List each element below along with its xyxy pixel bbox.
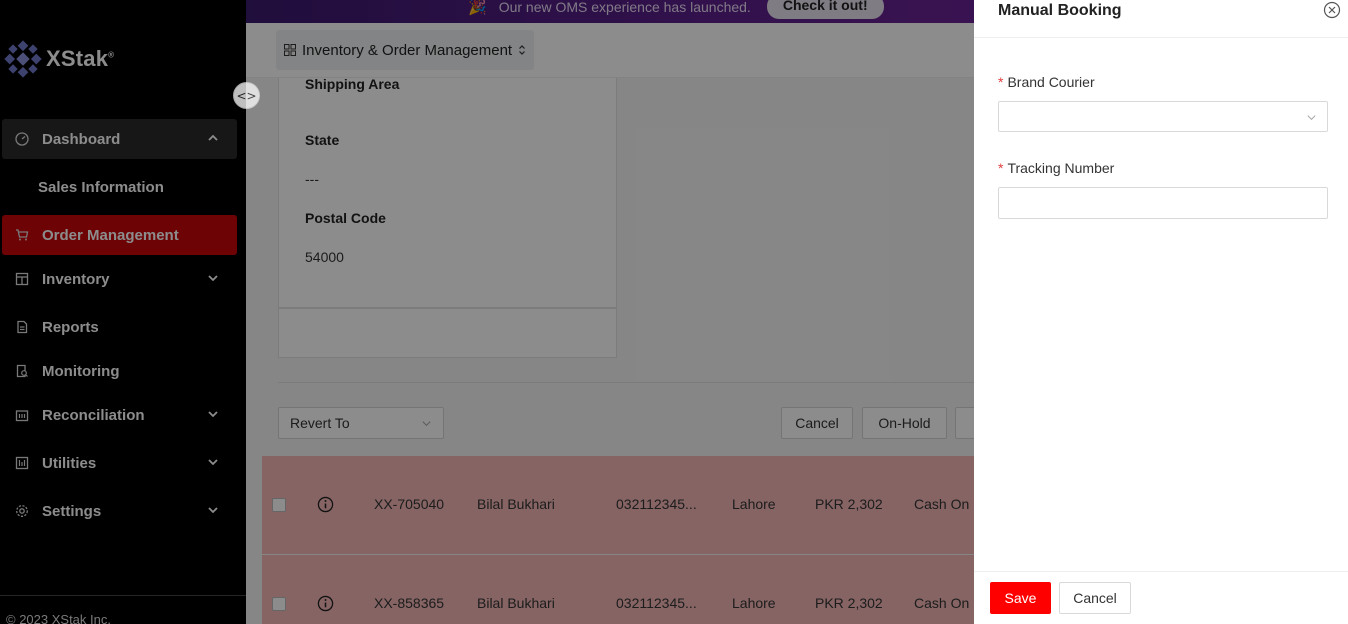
required-mark: * (998, 160, 1004, 176)
drawer-footer-divider (974, 571, 1348, 572)
chevron-down-icon (1307, 115, 1316, 121)
close-icon[interactable] (1323, 1, 1341, 19)
tracking-number-label: * Tracking Number (998, 160, 1115, 176)
brand-courier-select[interactable] (998, 101, 1328, 132)
required-mark: * (998, 74, 1004, 90)
save-button[interactable]: Save (990, 582, 1051, 614)
tracking-number-input[interactable] (998, 187, 1328, 219)
manual-booking-drawer: Manual Booking * Brand Courier * Tracking … (974, 0, 1348, 624)
modal-overlay[interactable] (0, 0, 974, 624)
drawer-header-divider (974, 37, 1348, 38)
sidebar-collapse-button[interactable]: <> (233, 82, 260, 109)
cancel-button[interactable]: Cancel (1059, 582, 1131, 614)
brand-courier-label: * Brand Courier (998, 74, 1095, 90)
drawer-title: Manual Booking (998, 2, 1122, 19)
